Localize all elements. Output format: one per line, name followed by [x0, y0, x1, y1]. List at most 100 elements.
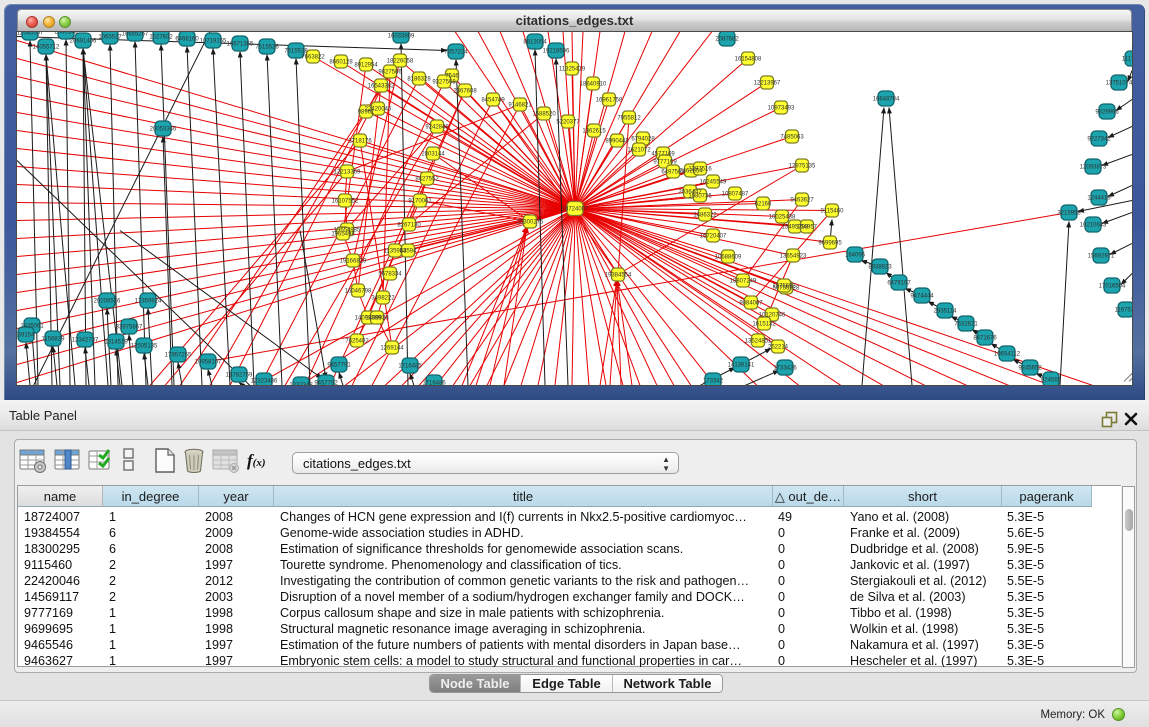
svg-text:1269144: 1269144	[380, 346, 404, 352]
svg-text:6466160: 6466160	[175, 37, 199, 43]
svg-text:3215958: 3215958	[1057, 211, 1081, 217]
svg-text:1615132: 1615132	[752, 322, 776, 328]
svg-text:9457791: 9457791	[327, 363, 351, 369]
svg-text:2935114: 2935114	[934, 309, 958, 315]
svg-text:1527602: 1527602	[149, 35, 173, 41]
svg-text:9115460: 9115460	[821, 209, 845, 215]
svg-text:252214: 252214	[768, 345, 789, 351]
svg-text:9777169: 9777169	[653, 160, 677, 166]
svg-text:7357224: 7357224	[444, 50, 468, 56]
svg-text:5678334: 5678334	[378, 272, 402, 278]
svg-text:19218506: 19218506	[543, 49, 570, 55]
svg-text:16671355: 16671355	[227, 42, 254, 48]
svg-text:8267130: 8267130	[397, 223, 421, 229]
svg-text:20206536: 20206536	[94, 299, 121, 305]
svg-text:13751074: 13751074	[1106, 81, 1132, 87]
svg-text:10807487: 10807487	[722, 192, 749, 198]
svg-text:1965498: 1965498	[331, 232, 355, 238]
svg-text:164095: 164095	[845, 253, 866, 259]
svg-text:33975867: 33975867	[116, 325, 143, 331]
svg-text:8186328: 8186328	[407, 77, 431, 83]
svg-text:18724007: 18724007	[562, 207, 589, 213]
svg-text:12213967: 12213967	[754, 81, 781, 87]
svg-text:16046798: 16046798	[345, 289, 372, 295]
svg-text:18226058: 18226058	[387, 59, 414, 65]
svg-text:17359924: 17359924	[135, 299, 162, 305]
svg-text:62160: 62160	[755, 202, 772, 208]
svg-text:2718176: 2718176	[348, 139, 372, 145]
svg-text:12040557: 12040557	[17, 32, 44, 37]
svg-text:6794028: 6794028	[631, 137, 655, 143]
svg-text:8938923: 8938923	[868, 265, 892, 271]
svg-text:10958107: 10958107	[195, 360, 222, 366]
svg-text:9463627: 9463627	[790, 198, 814, 204]
svg-text:9457792: 9457792	[314, 381, 338, 386]
svg-text:16961758: 16961758	[596, 98, 623, 104]
svg-text:9146821: 9146821	[508, 103, 532, 109]
svg-text:1975692: 1975692	[772, 284, 796, 290]
svg-text:1117404: 1117404	[1122, 57, 1132, 63]
svg-text:7515526: 7515526	[255, 45, 279, 51]
svg-text:10973493: 10973493	[768, 106, 795, 112]
svg-text:4577169: 4577169	[651, 152, 675, 158]
svg-text:15720407: 15720407	[700, 234, 727, 240]
svg-text:10654112: 10654112	[994, 352, 1021, 358]
svg-text:9242848: 9242848	[425, 125, 449, 131]
svg-text:19384554: 19384554	[605, 273, 632, 279]
svg-text:15692971: 15692971	[1088, 254, 1115, 260]
svg-text:12323486: 12323486	[251, 379, 278, 385]
svg-text:1409938: 1409938	[365, 316, 389, 322]
svg-text:924565: 924565	[1041, 378, 1062, 384]
svg-text:10655267: 10655267	[122, 32, 149, 38]
svg-text:16543382: 16543382	[368, 84, 395, 90]
svg-text:16107552: 16107552	[332, 199, 359, 205]
svg-text:7485063: 7485063	[780, 135, 804, 141]
svg-text:7632621: 7632621	[954, 322, 978, 328]
svg-text:3498222: 3498222	[371, 296, 395, 302]
svg-text:8912954: 8912954	[354, 63, 378, 69]
svg-text:18640910: 18640910	[580, 82, 607, 88]
svg-text:10210643: 10210643	[1080, 223, 1107, 229]
svg-text:7625402: 7625402	[345, 339, 369, 345]
svg-text:14136141: 14136141	[728, 363, 755, 369]
svg-text:16782759: 16782759	[226, 373, 253, 379]
svg-text:5220377: 5220377	[556, 120, 580, 126]
svg-text:10120746: 10120746	[759, 313, 786, 319]
svg-text:2367608: 2367608	[453, 89, 477, 95]
svg-text:12213369: 12213369	[334, 170, 361, 176]
svg-text:1314519: 1314519	[104, 340, 128, 346]
svg-text:10719155: 10719155	[200, 39, 227, 45]
svg-text:19166829: 19166829	[340, 259, 367, 265]
svg-text:9245652: 9245652	[1018, 366, 1042, 372]
svg-text:16033809: 16033809	[388, 34, 415, 40]
svg-text:16245549: 16245549	[700, 180, 727, 186]
svg-text:1716485: 1716485	[398, 364, 422, 370]
svg-text:12093873: 12093873	[1080, 165, 1107, 171]
svg-text:9699695: 9699695	[818, 241, 842, 247]
svg-text:1065527: 1065527	[98, 35, 122, 41]
svg-text:1167534: 1167534	[1115, 308, 1132, 314]
svg-text:8813054: 8813054	[523, 40, 547, 46]
svg-text:25300275: 25300275	[517, 220, 544, 226]
svg-text:39154: 39154	[18, 333, 35, 339]
svg-text:53594: 53594	[400, 249, 417, 255]
svg-text:9329966: 9329966	[1095, 110, 1119, 116]
svg-text:17016504: 17016504	[1099, 284, 1126, 290]
svg-text:1435061: 1435061	[20, 324, 44, 330]
svg-text:8427552: 8427552	[415, 177, 439, 183]
svg-text:20691406: 20691406	[70, 39, 97, 45]
svg-text:17957255: 17957255	[165, 353, 192, 359]
svg-text:7663822: 7663822	[301, 55, 325, 61]
svg-text:1733426: 1733426	[773, 366, 797, 372]
svg-text:1156829: 1156829	[42, 337, 66, 343]
svg-text:8454749: 8454749	[481, 98, 505, 104]
svg-text:18807249: 18807249	[730, 279, 757, 285]
svg-text:9474444: 9474444	[910, 294, 934, 300]
svg-text:1621072: 1621072	[627, 148, 651, 154]
svg-text:2069146: 2069146	[54, 32, 78, 36]
svg-text:10025438: 10025438	[769, 215, 796, 221]
svg-text:2803144: 2803144	[421, 152, 445, 158]
svg-text:12342737: 12342737	[72, 338, 99, 344]
svg-text:2087682: 2087682	[715, 37, 739, 43]
svg-text:16648784: 16648784	[873, 97, 900, 103]
